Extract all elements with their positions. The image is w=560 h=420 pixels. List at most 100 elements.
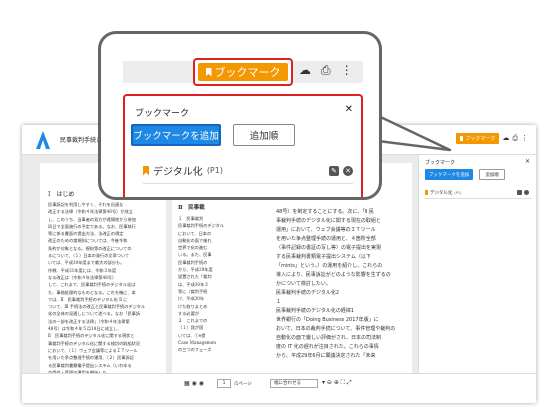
zoom-callout: ブックマーク ☁ ⎙ ⋮ ブックマーク ✕ ブックマークを追加 追加順 デジタル… [98, 31, 382, 200]
bookmark-button[interactable]: ブックマーク [456, 133, 500, 144]
text-line: において、（１）ウェブ会議等によるＩＴツール [48, 347, 138, 353]
text-line: かについて検討したい。 [276, 281, 331, 287]
text-line: から、平成29年6月に閣議決定された「未来 [276, 353, 376, 359]
sidebar-bookmark-page: (P1) [454, 190, 462, 195]
bookmark-item-actions: ✎ ✕ [329, 165, 353, 176]
bookmark-flag-icon [425, 190, 428, 195]
bookmark-item-page: (P1) [206, 166, 223, 175]
text-line: １ [276, 299, 282, 305]
text-line: おいて、日本の裁判手続について、事件管理や裁判の [276, 326, 396, 332]
text-line: なる改正は（令和４年法律第48号） [48, 274, 117, 280]
panel-title: ブックマーク [135, 109, 190, 119]
add-bookmark-button[interactable]: ブックマークを追加 [131, 124, 221, 146]
page-number-input[interactable]: 1 [217, 379, 231, 388]
text-line: する民事裁判書類電子提出システム（以下 [276, 254, 371, 260]
text-line: 改正する法律（令和４年法律第48号）が成立 [48, 209, 133, 215]
text-line: 「mints」という。）の運用を紹介し、これらの [276, 263, 383, 269]
text-line: において、日本の [178, 230, 212, 236]
callout-bookmark-label: ブックマーク [214, 66, 281, 79]
text-line: の三つのフェーズ [178, 347, 212, 353]
text-line: 改正のための諸規則については、今後令和 [48, 238, 128, 244]
bookmark-flag-icon [460, 136, 464, 141]
page-heading: Ⅰ はじめ [48, 191, 75, 198]
text-line: ついて、Ⅲ 手続法の改正と民事裁判手続のデジタル [48, 304, 146, 310]
callout-bookmark-button-highlight: ブックマーク [193, 58, 293, 86]
page-body-middle-col2: 48号）を制定することにする。次に、「Ⅱ 民事裁判手続のデジタル化に関する現在の… [276, 208, 395, 361]
cloud-download-icon[interactable]: ☁ [502, 133, 509, 144]
text-line: から、平成29年度 [178, 267, 213, 273]
text-line: する必要が [178, 310, 199, 316]
text-line: ２ これまでの [178, 318, 208, 324]
text-line: を用いた争点整理手続の運用、（２）民事訴訟 [48, 355, 134, 361]
section-heading: Ⅱ 民事裁 [178, 205, 205, 211]
text-line: 自動化の面で後れ [178, 237, 212, 243]
text-line: いては、平成30年度まで最大の部分も。 [48, 260, 125, 266]
text-line: 自動化の面で厳しい評価がされ、日本の司法制 [276, 335, 382, 341]
text-line: 条約が対象となる。規則等の改正についての [48, 245, 132, 251]
text-line: 事裁判手続のデジタル化に関する検討の取組状況 [48, 340, 141, 346]
text-line: 民事裁判手続の [178, 259, 208, 265]
callout-toolbar-icons: ☁ ⎙ ⋮ [299, 63, 353, 78]
toolbar-right: ブックマーク ☁ ⎙ ⋮ [456, 133, 528, 144]
print-icon[interactable]: ⎙ [512, 133, 518, 144]
bookmark-item-label: デジタル化 [153, 167, 203, 178]
text-line: 世界銀行の「Doing Business 2017年版」に [276, 317, 379, 323]
sidebar-bookmark-label: デジタル化 [430, 190, 453, 196]
page-body-left: 民事訴訟を利用しやすく、それを迅速な改正する法律（令和４年法律第48号）が成立し… [48, 201, 145, 373]
bookmark-sidebar: ブックマーク ✕ ブックマークを追加 追加順 デジタル化 (P1) [418, 155, 536, 373]
delete-icon[interactable] [524, 190, 529, 195]
text-line: を用いた争点整理手続の運用と、４箇所全部 [276, 236, 376, 242]
text-line: Case Managemen [178, 340, 216, 346]
text-line: は、平成30年３ [178, 281, 209, 287]
text-line: 民事裁判手続のデジタル [178, 223, 224, 229]
sort-order-button[interactable]: 追加順 [233, 124, 295, 146]
text-line: 運用」において、ウェブ会議等のＩＴツール [276, 227, 376, 233]
text-line: るについて、（１）日本の発行の文章ついて [48, 253, 130, 259]
text-line: （事件記録の書証の写し等）の電子提出を実現 [276, 245, 382, 251]
sidebar-add-bookmark-button[interactable]: ブックマークを追加 [425, 169, 473, 180]
delete-icon[interactable]: ✕ [343, 165, 353, 176]
text-line: 民事訴訟を利用しやすく、それを迅速な [48, 202, 124, 207]
edit-icon[interactable] [517, 190, 522, 195]
text-line: た、事務処理的なものとなる。これを機に、本 [48, 289, 136, 295]
sidebar-bookmark-item[interactable]: デジタル化 (P1) [425, 187, 531, 199]
text-line: 民事裁判手続のデジタル化2 [276, 290, 340, 296]
screenshot-stage: 民事裁判手続きの ブックマーク ☁ ⎙ ⋮ Ⅰ はじめ 民事訴訟を利用しやすく、… [0, 0, 560, 420]
text-line: 法の一部を改正する法律」（令和４年法律第 [48, 318, 130, 324]
navigation-icons[interactable]: ▦ ◉ ◉ [184, 380, 204, 387]
cloud-download-icon[interactable]: ☁ [299, 63, 311, 78]
callout-bookmark-button[interactable]: ブックマーク [198, 63, 288, 81]
zoom-select[interactable]: 幅に合わせる [270, 379, 318, 388]
more-vert-icon[interactable]: ⋮ [521, 133, 528, 144]
text-line: 度の IT 化の遅れが注目された。これらの事情 [276, 344, 379, 350]
sidebar-sort-button[interactable]: 追加順 [479, 169, 505, 180]
bookmark-list-item[interactable]: デジタル化 (P1) ✎ ✕ [143, 158, 353, 184]
page-body-middle-col1: １ 民事裁判民事裁判手続のデジタル において、日本の 自動化の面で後れ 世界で化の進む… [178, 215, 224, 354]
text-line: では、Ⅱ 民事裁判手続のデジタル化 Ⅱ に [48, 296, 128, 302]
app-logo-icon [36, 131, 50, 149]
text-line: 世界で化の進む [178, 245, 208, 251]
text-line: 事裁判手続のデジタル化に関する現在の取組と [276, 218, 381, 224]
bottom-bar: ▦ ◉ ◉ 1 /1ページ 幅に合わせる ▾ ⊖ ⊕ ⛶ ⤢ [22, 373, 536, 393]
edit-icon[interactable]: ✎ [329, 165, 339, 176]
sidebar-title: ブックマーク [425, 160, 456, 166]
text-line: けた取りまとめ [178, 303, 208, 309]
print-icon[interactable]: ⎙ [321, 63, 331, 78]
callout-bookmark-panel: ブックマーク ✕ ブックマークを追加 追加順 デジタル化 (P1) ✎ ✕ [123, 94, 363, 197]
bookmark-flag-icon [205, 67, 212, 77]
text-line: 等に係る書面の提出方法、法改正の規定 [48, 231, 124, 237]
more-vert-icon[interactable]: ⋮ [341, 63, 353, 78]
text-line: 化の全体の見通しについて述べる。なお「民事訴 [48, 311, 141, 317]
text-line: 同日で全面施行の予定である。なお、民事執行 [48, 223, 136, 229]
text-line: して、これまで、民事裁判手続のデジタル化は [48, 282, 136, 288]
panel-close-icon[interactable]: ✕ [345, 104, 353, 115]
text-line: し、このうち、当事者の双方が遠隔地から参加 [48, 216, 136, 222]
sidebar-close-icon[interactable]: ✕ [525, 158, 530, 165]
zoom-controls-icons[interactable]: ▾ ⊖ ⊕ ⛶ ⤢ [322, 379, 352, 387]
text-line: １ 民事裁判 [178, 216, 204, 221]
callout-pointer [370, 110, 452, 152]
text-line: 設置された「裁判 [178, 274, 212, 280]
text-line: 48号）を制定することにする。次に、「Ⅱ 民 [276, 209, 374, 215]
text-line: （１）我が国 [178, 325, 204, 331]
text-line: 民事裁判手続のデジタル化の経緯1 [276, 308, 355, 314]
